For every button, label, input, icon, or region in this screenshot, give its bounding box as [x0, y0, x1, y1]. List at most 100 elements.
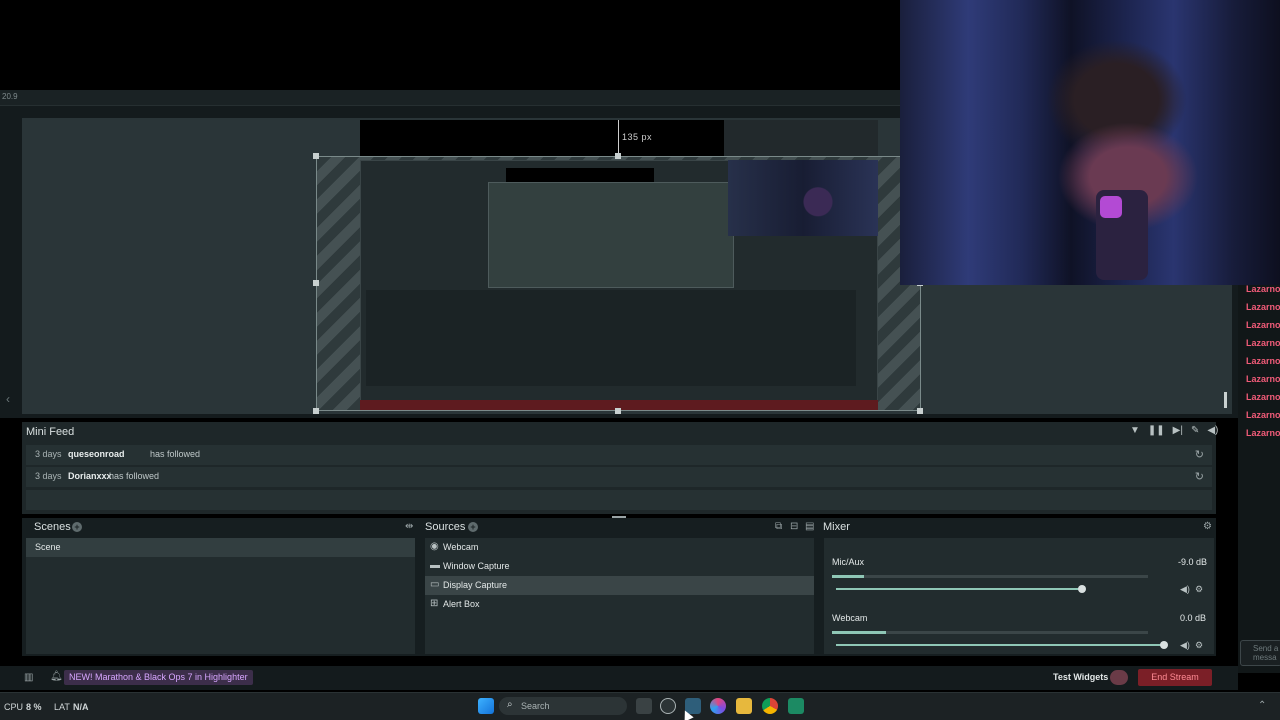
add-scene-icon[interactable]: +: [72, 522, 82, 532]
resize-handle-t[interactable]: [615, 153, 621, 159]
settings-icon[interactable]: ✎: [1191, 425, 1199, 436]
pause-icon[interactable]: ❚❚: [1148, 425, 1165, 436]
resize-handle-l[interactable]: [313, 280, 319, 286]
mic-aux-volume-track[interactable]: [836, 588, 1082, 590]
folder-icon[interactable]: ▤: [805, 521, 814, 532]
webcam-volume-track[interactable]: [836, 644, 1164, 646]
volume-icon[interactable]: ◀): [1207, 425, 1218, 436]
repeat-alert-icon[interactable]: ↻: [1195, 448, 1204, 461]
chat-username[interactable]: Lazarnow: [1246, 320, 1280, 330]
cpu-value: 8 %: [26, 702, 42, 712]
lat-value: N/A: [73, 702, 89, 712]
recursive-preview-webcam: [728, 160, 878, 236]
scene-item-label: Scene: [35, 542, 61, 552]
sources-title: Sources: [425, 521, 466, 533]
start-menu-icon[interactable]: [478, 698, 494, 714]
chat-username[interactable]: Lazarnow: [1246, 410, 1280, 420]
taskbar-search[interactable]: ⌕ Search: [499, 697, 627, 715]
source-item-webcam[interactable]: ◉ Webcam: [425, 538, 814, 557]
webcam-meter-fill: [832, 631, 886, 634]
gear-icon[interactable]: ⚙: [1195, 584, 1203, 595]
mixer-channel-db: 0.0 dB: [1180, 613, 1207, 623]
mixer-channel-db: -9.0 dB: [1178, 557, 1208, 567]
copilot-icon[interactable]: [710, 698, 726, 714]
notification-icon[interactable]: 🔔︎: [50, 671, 63, 682]
recursive-preview-canvas: [488, 182, 734, 288]
collapse-left-icon[interactable]: ‹: [6, 392, 10, 406]
gear-icon[interactable]: ⚙: [1195, 640, 1203, 651]
performance-icon[interactable]: ▥: [24, 672, 33, 683]
chat-username[interactable]: Lazarnow: [1246, 356, 1280, 366]
speaker-icon[interactable]: ◀): [1180, 584, 1190, 595]
file-explorer-icon[interactable]: [736, 698, 752, 714]
resize-handle-tl[interactable]: [313, 153, 319, 159]
resize-handle-b[interactable]: [615, 408, 621, 414]
mic-aux-volume-knob[interactable]: [1078, 585, 1086, 593]
chevron-up-icon[interactable]: ⌃: [1258, 700, 1266, 711]
cpu-label: CPU: [4, 702, 24, 712]
scene-transition-icon[interactable]: ⇹: [405, 521, 413, 532]
end-stream-button[interactable]: End Stream: [1138, 669, 1212, 686]
editor-title-strip: 20.9: [0, 90, 900, 106]
mixer-channel-name: Mic/Aux: [832, 557, 865, 567]
chrome-icon[interactable]: [762, 698, 778, 714]
feed-item-days: 3 days: [35, 471, 62, 481]
camera-icon: ◉: [430, 541, 439, 552]
source-item-alert-box[interactable]: ⊞ Alert Box: [425, 595, 814, 614]
filter-icon[interactable]: ▼: [1130, 425, 1140, 436]
webcam-overlay: [900, 0, 1280, 285]
position-guide-label: 135 px: [622, 132, 653, 142]
source-item-display-capture[interactable]: ▭ Display Capture: [425, 576, 814, 595]
repeat-alert-icon[interactable]: ↻: [1195, 470, 1204, 483]
chat-username[interactable]: Lazarnow: [1246, 338, 1280, 348]
mixer-settings-icon[interactable]: ⚙: [1203, 521, 1212, 532]
4k-app-icon[interactable]: [660, 698, 676, 714]
monitor-icon: ▭: [430, 579, 440, 590]
feed-item-user: queseonroad: [68, 449, 125, 459]
scene-item[interactable]: Scene: [26, 538, 415, 557]
chat-username[interactable]: Lazarnow: [1246, 284, 1280, 294]
editor-scroll-handle[interactable]: [1224, 392, 1227, 408]
skip-icon[interactable]: ▶|: [1173, 425, 1183, 436]
window-icon: ▬: [430, 560, 440, 571]
add-source-icon[interactable]: +: [468, 522, 478, 532]
selective-recording-icon[interactable]: ⧉: [775, 521, 782, 532]
source-item-window-capture[interactable]: ▬ Window Capture: [425, 557, 814, 576]
streamlabs-icon[interactable]: [788, 698, 804, 714]
chat-username[interactable]: Lazarnow: [1246, 302, 1280, 312]
position-guide-line: [618, 120, 619, 156]
mic-aux-meter: [832, 575, 1148, 578]
resize-handle-br[interactable]: [917, 408, 923, 414]
mic-aux-meter-fill: [832, 575, 864, 578]
resize-handle-bl[interactable]: [313, 408, 319, 414]
test-widgets-toggle[interactable]: [1110, 670, 1128, 685]
feed-item: 3 days queseonroad has followed ↻: [26, 445, 1212, 465]
source-item-label: Display Capture: [443, 580, 508, 590]
mixer-channel-name: Webcam: [832, 613, 868, 623]
source-item-label: Webcam: [443, 542, 479, 552]
feed-item: 3 days Dorianxxx has followed ↻: [26, 467, 1212, 487]
preview-top-region: [360, 120, 724, 156]
chat-send-input[interactable]: Send a messa: [1240, 640, 1280, 666]
preview-top-right: [724, 120, 878, 156]
mixer-title: Mixer: [823, 521, 850, 533]
feed-item-days: 3 days: [35, 449, 62, 459]
chat-username[interactable]: Lazarnow: [1246, 392, 1280, 402]
alert-icon: ⊞: [430, 598, 439, 609]
chat-username[interactable]: Lazarnow: [1246, 374, 1280, 384]
lat-label: LAT: [54, 702, 70, 712]
task-view-icon[interactable]: [636, 698, 652, 714]
chat-username[interactable]: Lazarnow: [1246, 428, 1280, 438]
chat-send-placeholder-1: Send a: [1253, 644, 1279, 653]
speaker-icon[interactable]: ◀): [1180, 640, 1190, 651]
source-item-label: Window Capture: [443, 561, 510, 571]
webcam-volume-knob[interactable]: [1160, 641, 1168, 649]
group-icon[interactable]: ⊟: [790, 521, 798, 532]
webcam-phone-camera: [1100, 196, 1122, 218]
feed-item-empty: [26, 490, 1212, 510]
fps-label: 20.9: [2, 92, 18, 101]
search-icon: ⌕: [507, 699, 513, 710]
source-item-label: Alert Box: [443, 599, 480, 609]
highlighter-promo-badge[interactable]: NEW! Marathon & Black Ops 7 in Highlight…: [64, 670, 253, 685]
mini-feed-toolbar: ▼ ❚❚ ▶| ✎ ◀): [1130, 425, 1218, 436]
